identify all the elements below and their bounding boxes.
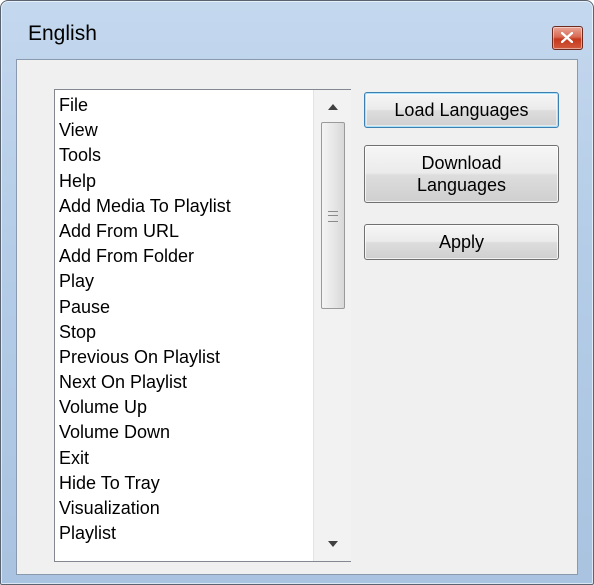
list-item[interactable]: Visualization — [59, 496, 314, 521]
scroll-grip-icon — [328, 211, 338, 222]
language-strings-listbox[interactable]: File View Tools Help Add Media To Playlist Ad… — [54, 89, 351, 562]
title-bar[interactable]: English — [1, 1, 593, 50]
list-item[interactable]: Add Media To Playlist — [59, 194, 314, 219]
list-item[interactable]: Tools — [59, 143, 314, 168]
close-button[interactable] — [552, 26, 583, 50]
download-languages-button[interactable]: Download Languages — [364, 145, 559, 203]
apply-button[interactable]: Apply — [364, 224, 559, 260]
list-item[interactable]: Next On Playlist — [59, 370, 314, 395]
load-languages-button[interactable]: Load Languages — [364, 92, 559, 128]
download-label-line1: Download — [421, 153, 502, 173]
list-item[interactable]: Volume Down — [59, 420, 314, 445]
list-item[interactable]: Play — [59, 269, 314, 294]
dialog-client-area: File View Tools Help Add Media To Playlist Ad… — [16, 59, 578, 575]
vertical-scrollbar[interactable] — [313, 90, 351, 561]
download-languages-label: Download Languages — [417, 152, 506, 196]
list-item[interactable]: Pause — [59, 295, 314, 320]
close-icon — [561, 32, 573, 43]
list-item[interactable]: File — [59, 93, 314, 118]
list-item[interactable]: Add From Folder — [59, 244, 314, 269]
list-items: File View Tools Help Add Media To Playlist Ad… — [59, 93, 314, 559]
scroll-down-button[interactable] — [314, 527, 351, 561]
list-item[interactable]: Help — [59, 169, 314, 194]
language-dialog-window: English File View Tools Help Add Media To Pl… — [0, 0, 594, 585]
window-title: English — [28, 22, 97, 45]
scrollbar-thumb[interactable] — [321, 122, 345, 309]
list-item[interactable]: Stop — [59, 320, 314, 345]
list-item[interactable]: Previous On Playlist — [59, 345, 314, 370]
list-item[interactable]: Volume Up — [59, 395, 314, 420]
arrow-down-icon — [327, 541, 338, 547]
scroll-up-button[interactable] — [314, 90, 351, 124]
list-item[interactable]: Add From URL — [59, 219, 314, 244]
list-item[interactable]: Playlist — [59, 521, 314, 546]
list-item[interactable]: Hide To Tray — [59, 471, 314, 496]
download-label-line2: Languages — [416, 175, 507, 195]
list-item[interactable]: Exit — [59, 446, 314, 471]
arrow-up-icon — [327, 104, 338, 110]
list-item[interactable]: View — [59, 118, 314, 143]
